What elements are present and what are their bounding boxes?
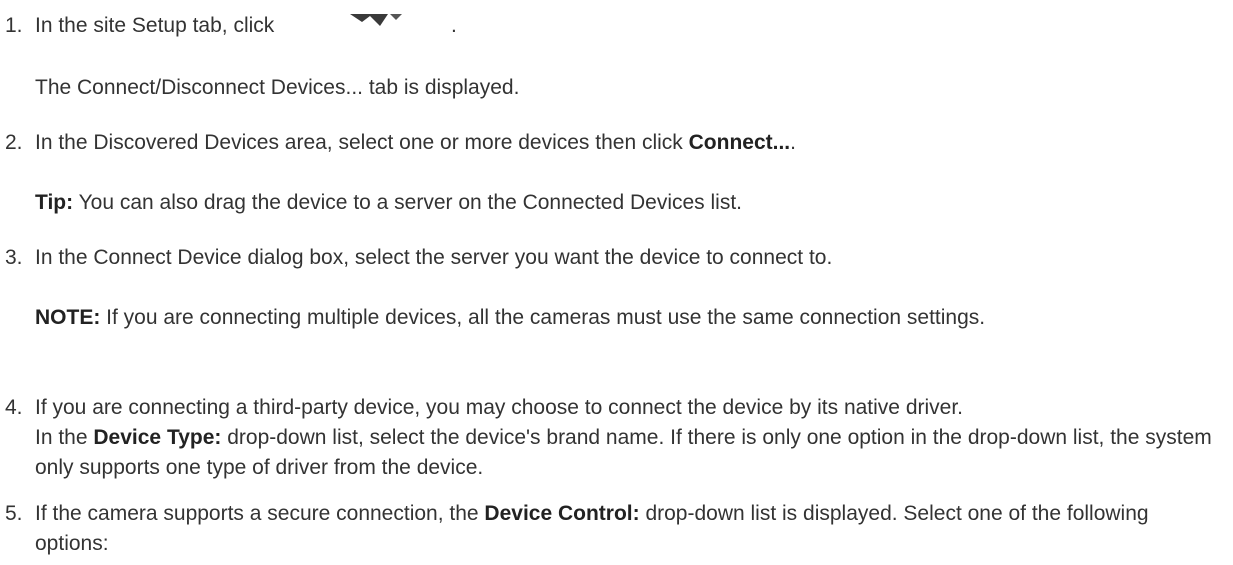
device-control-label: Device Control: — [484, 502, 640, 525]
step-text: In the site Setup tab, click . — [35, 11, 1225, 41]
step-text: If the camera supports a secure connecti… — [35, 499, 1225, 559]
step-text: In the Discovered Devices area, select o… — [35, 128, 1225, 158]
note-label: NOTE: — [35, 306, 101, 329]
step-text-main: In the Discovered Devices area, select o… — [35, 131, 689, 154]
step-text: In the Connect Device dialog box, select… — [35, 246, 833, 269]
note-text: If you are connecting multiple devices, … — [100, 306, 986, 329]
connect-button-label: Connect... — [688, 131, 791, 154]
connect-disconnect-devices-icon[interactable] — [340, 14, 420, 28]
tip: Tip: You can also drag the device to a s… — [35, 188, 1225, 218]
step-text-before: In the site Setup tab, click — [35, 14, 275, 37]
step-number: 5. — [5, 502, 23, 525]
tip-text: You can also drag the device to a server… — [73, 191, 743, 214]
step-text-line1: If you are connecting a third-party devi… — [35, 396, 963, 419]
step-1-result: The Connect/Disconnect Devices... tab is… — [35, 76, 520, 99]
step-number: 4. — [5, 396, 23, 419]
step-text-after: . — [450, 14, 457, 37]
step-text-end: . — [790, 131, 796, 154]
step-number: 2. — [5, 131, 23, 154]
step-text-a: If the camera supports a secure connecti… — [35, 502, 485, 525]
step-text-a: In the — [35, 426, 94, 449]
step-number: 1. — [5, 14, 23, 37]
step-number: 3. — [5, 246, 23, 269]
tip-label: Tip: — [35, 191, 74, 214]
device-type-label: Device Type: — [93, 426, 222, 449]
step-text: If you are connecting a third-party devi… — [35, 393, 1225, 483]
note: NOTE: If you are connecting multiple dev… — [35, 303, 1225, 333]
